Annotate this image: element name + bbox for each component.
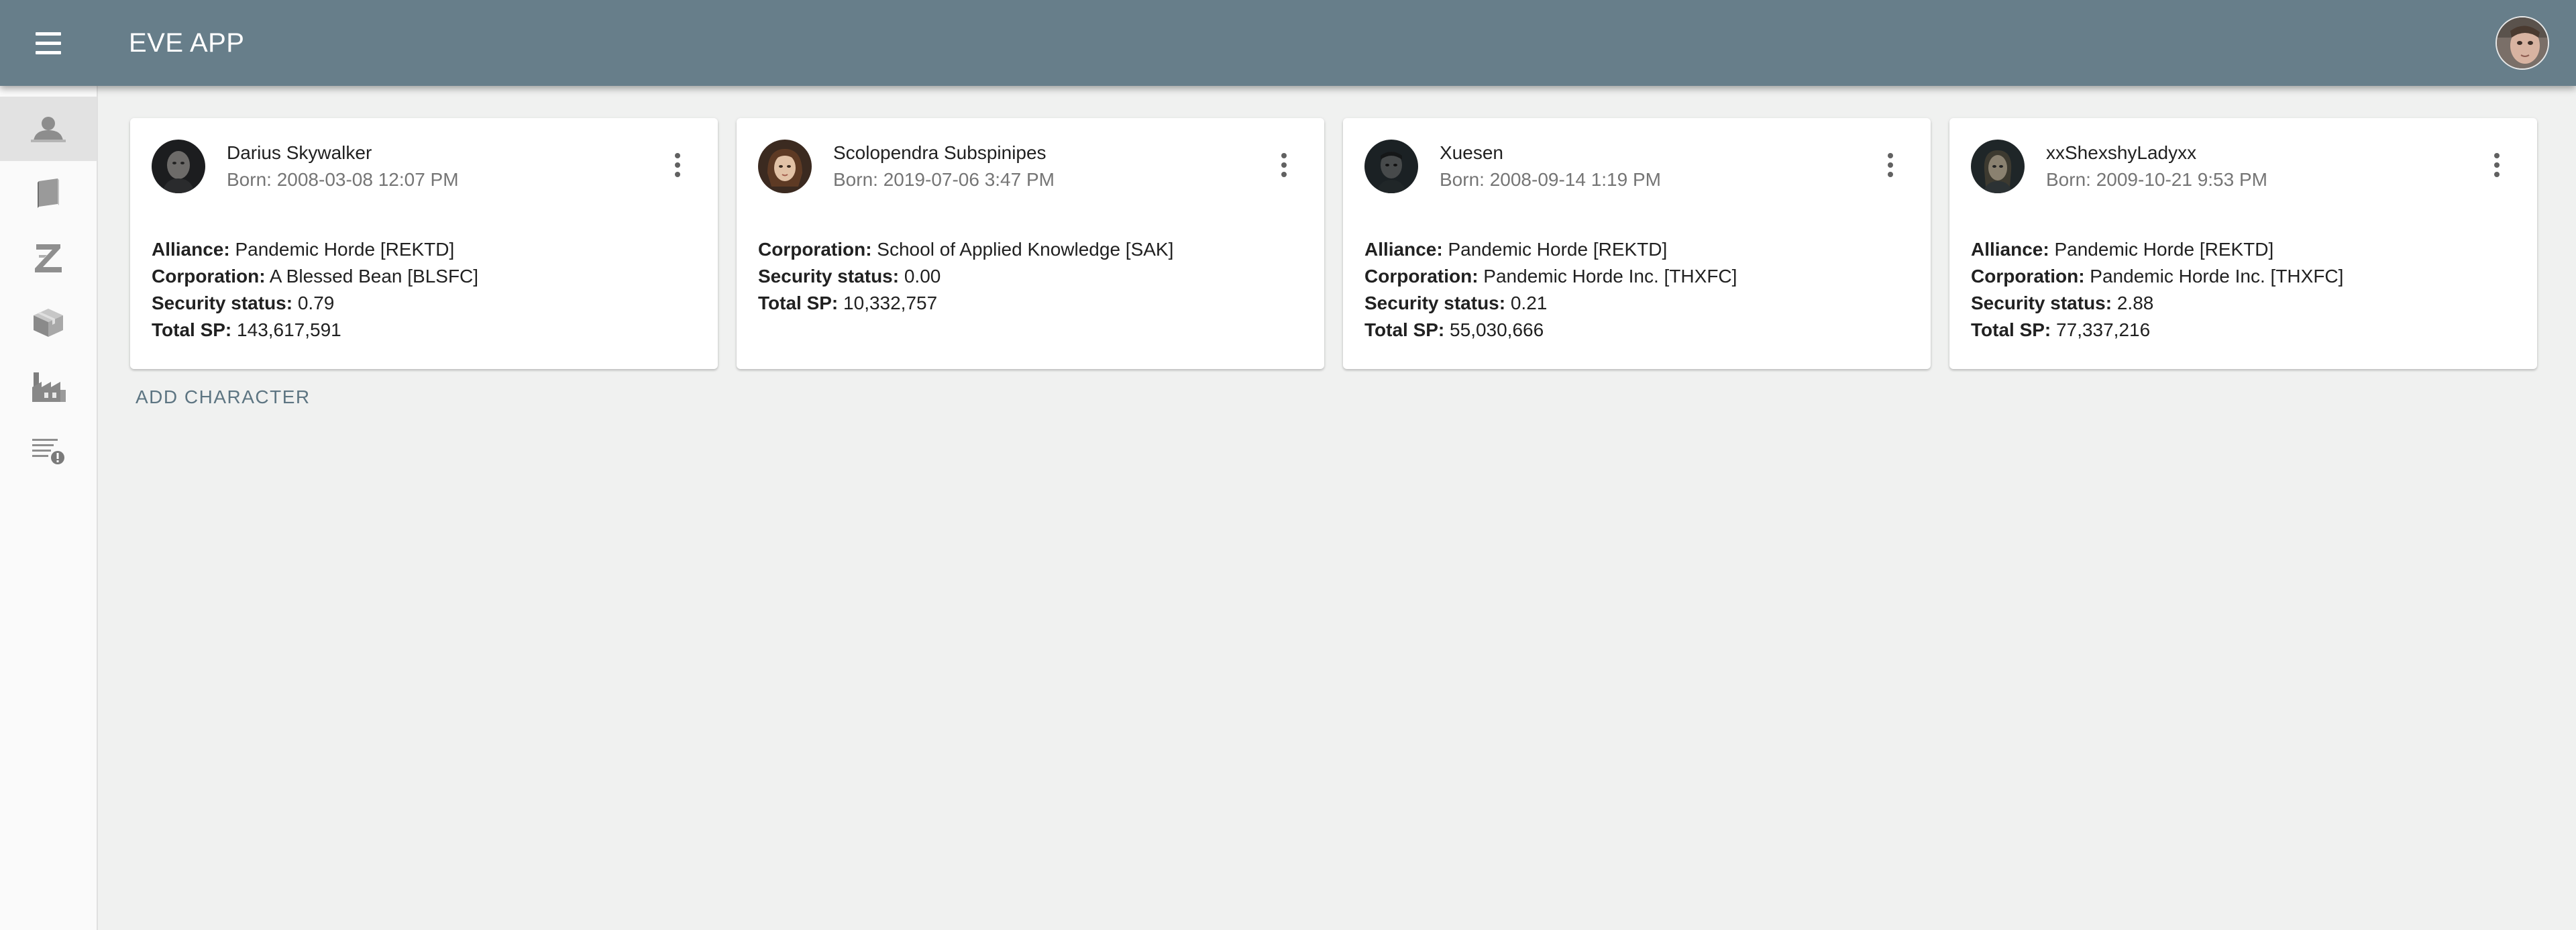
sidebar-item-characters[interactable] (0, 97, 97, 161)
character-name: xxShexshyLadyxx (2046, 142, 2197, 163)
character-card[interactable]: Scolopendra Subspinipes Born: 2019-07-06… (737, 118, 1324, 369)
character-icon (31, 117, 66, 142)
sidebar-item-z[interactable] (0, 225, 97, 290)
user-avatar[interactable] (2496, 16, 2549, 70)
character-card[interactable]: Xuesen Born: 2008-09-14 1:19 PM Alliance… (1343, 118, 1931, 369)
list-alert-icon (32, 439, 64, 464)
menu-button[interactable] (27, 21, 70, 64)
character-card[interactable]: Darius Skywalker Born: 2008-03-08 12:07 … (130, 118, 718, 369)
character-name: Xuesen (1440, 142, 1503, 163)
industry-factory-icon (32, 372, 66, 402)
more-options-button[interactable] (2483, 149, 2510, 181)
more-vert-icon (675, 153, 680, 158)
sidebar-item-notifications[interactable] (0, 419, 97, 483)
total-sp-row: Total SP: 77,337,216 (1971, 319, 2151, 340)
sidebar (0, 86, 98, 930)
total-sp-row: Total SP: 143,617,591 (152, 319, 341, 340)
corporation-row: Corporation: A Blessed Bean [BLSFC] (152, 266, 479, 287)
sidebar-item-industry[interactable] (0, 354, 97, 419)
alliance-row: Alliance: Pandemic Horde [REKTD] (152, 239, 455, 260)
character-details: Alliance: Pandemic Horde [REKTD] Corpora… (1971, 236, 2343, 344)
corporation-row: Corporation: Pandemic Horde Inc. [THXFC] (1364, 266, 1737, 287)
total-sp-row: Total SP: 55,030,666 (1364, 319, 1544, 340)
cargo-box-icon (34, 309, 63, 337)
more-vert-icon (1281, 153, 1287, 158)
app-title: EVE APP (129, 28, 245, 58)
alliance-row: Alliance: Pandemic Horde [REKTD] (1971, 239, 2274, 260)
character-portrait (152, 140, 205, 193)
add-character-button[interactable]: ADD CHARACTER (127, 381, 319, 413)
character-born-date: Born: 2019-07-06 3:47 PM (833, 169, 1055, 190)
more-options-button[interactable] (1877, 149, 1904, 181)
character-portrait (1971, 140, 2025, 193)
app-bar: EVE APP (0, 0, 2576, 86)
more-vert-icon (1888, 153, 1893, 158)
alliance-row: Alliance: Pandemic Horde [REKTD] (1364, 239, 1668, 260)
security-status-row: Security status: 0.79 (152, 293, 335, 313)
more-vert-icon (2494, 153, 2500, 158)
sidebar-item-assets[interactable] (0, 290, 97, 354)
character-born-date: Born: 2009-10-21 9:53 PM (2046, 169, 2267, 190)
character-portrait (758, 140, 812, 193)
main-content: Darius Skywalker Born: 2008-03-08 12:07 … (98, 86, 2576, 930)
z-icon (35, 244, 62, 272)
book-icon (38, 178, 59, 208)
avatar-image (2497, 17, 2548, 68)
total-sp-row: Total SP: 10,332,757 (758, 293, 938, 313)
more-options-button[interactable] (1271, 149, 1297, 181)
security-status-row: Security status: 0.21 (1364, 293, 1548, 313)
character-name: Darius Skywalker (227, 142, 372, 163)
character-details: Corporation: School of Applied Knowledge… (758, 236, 1173, 317)
character-portrait (1364, 140, 1418, 193)
security-status-row: Security status: 2.88 (1971, 293, 2154, 313)
hamburger-icon (36, 32, 61, 36)
character-name: Scolopendra Subspinipes (833, 142, 1046, 163)
character-card[interactable]: xxShexshyLadyxx Born: 2009-10-21 9:53 PM… (1949, 118, 2537, 369)
character-born-date: Born: 2008-09-14 1:19 PM (1440, 169, 1661, 190)
corporation-row: Corporation: Pandemic Horde Inc. [THXFC] (1971, 266, 2344, 287)
sidebar-item-skills[interactable] (0, 161, 97, 225)
character-details: Alliance: Pandemic Horde [REKTD] Corpora… (152, 236, 478, 344)
character-details: Alliance: Pandemic Horde [REKTD] Corpora… (1364, 236, 1737, 344)
corporation-row: Corporation: School of Applied Knowledge… (758, 239, 1174, 260)
security-status-row: Security status: 0.00 (758, 266, 941, 287)
more-options-button[interactable] (664, 149, 691, 181)
character-born-date: Born: 2008-03-08 12:07 PM (227, 169, 459, 190)
